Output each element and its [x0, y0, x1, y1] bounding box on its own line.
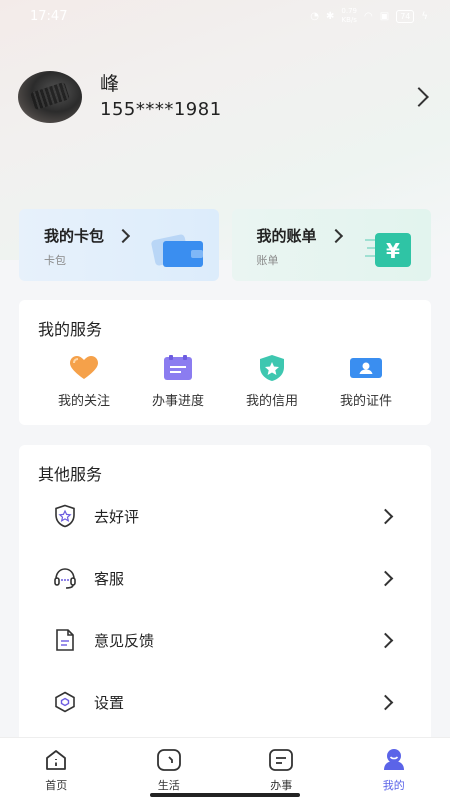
tab-life[interactable]: 生活	[113, 738, 226, 800]
chevron-right-icon[interactable]	[409, 87, 429, 107]
tab-home-label: 首页	[45, 779, 68, 792]
list-item-rate-label: 去好评	[94, 507, 140, 526]
service-credit[interactable]: 我的信用	[225, 354, 319, 409]
bill-card-title: 我的账单	[256, 227, 317, 245]
service-follow-label: 我的关注	[57, 394, 110, 409]
profile-header[interactable]: 峰 155****1981	[18, 70, 432, 124]
my-services-grid: 我的关注 办事进度 我的信用 我的证件	[19, 354, 431, 409]
settings-hexagon-icon	[52, 689, 78, 715]
net-speed: 0.79 KB/s	[341, 7, 358, 24]
signal-icon: ◔	[310, 10, 320, 22]
status-time: 17:47	[30, 8, 68, 24]
heart-icon	[67, 354, 101, 382]
tab-affairs[interactable]: 办事	[225, 738, 338, 800]
bluetooth-icon: ✱	[326, 10, 335, 22]
status-bar: 17:47 ◔ ✱ 0.79 KB/s ◠ ▣ 74 ϟ	[0, 0, 450, 32]
list-item-settings-label: 设置	[94, 693, 125, 712]
list-item-customer-service[interactable]: 客服	[19, 547, 431, 609]
bottom-tab-bar: 首页 生活 办事 我的	[0, 737, 450, 800]
chevron-right-icon	[328, 228, 343, 243]
wallet-icon	[150, 234, 203, 267]
home-icon	[42, 748, 70, 772]
chevron-right-icon	[377, 508, 394, 524]
profile-info: 峰 155****1981	[100, 71, 412, 123]
service-documents[interactable]: 我的证件	[319, 354, 413, 409]
other-services-title: 其他服务	[38, 465, 103, 484]
star-shield-icon	[52, 503, 78, 529]
list-item-settings[interactable]: 设置	[19, 671, 431, 733]
profile-icon	[380, 748, 408, 772]
life-icon	[155, 748, 183, 772]
chevron-right-icon	[377, 632, 394, 648]
quick-cards: 我的卡包 卡包 我的账单 账单 ¥	[19, 209, 431, 281]
my-services-panel: 我的服务 我的关注 办事进度 我的信用 我的证件	[19, 300, 431, 425]
other-services-panel: 其他服务 去好评 客服 意见反馈 设置	[19, 445, 431, 745]
status-icons: ◔ ✱ 0.79 KB/s ◠ ▣ 74 ϟ	[310, 7, 428, 25]
sim-icon: ▣	[379, 10, 390, 22]
affairs-icon	[267, 748, 295, 772]
avatar[interactable]	[18, 71, 82, 123]
progress-icon	[161, 354, 195, 382]
document-icon	[52, 627, 78, 653]
tab-home[interactable]: 首页	[0, 738, 113, 800]
headset-icon	[52, 565, 78, 591]
service-progress-label: 办事进度	[151, 394, 204, 409]
tab-affairs-label: 办事	[270, 779, 293, 792]
wallet-card[interactable]: 我的卡包 卡包	[19, 209, 219, 281]
list-item-feedback-label: 意见反馈	[94, 631, 155, 650]
credit-shield-icon	[255, 354, 289, 382]
chevron-right-icon	[377, 570, 394, 586]
bill-icon: ¥	[365, 233, 411, 267]
svg-text:¥: ¥	[386, 239, 400, 263]
user-name: 峰	[100, 73, 120, 95]
service-documents-label: 我的证件	[339, 394, 392, 409]
service-follow[interactable]: 我的关注	[37, 354, 131, 409]
list-item-feedback[interactable]: 意见反馈	[19, 609, 431, 671]
home-indicator	[150, 793, 300, 797]
service-progress[interactable]: 办事进度	[131, 354, 225, 409]
bill-card[interactable]: 我的账单 账单 ¥	[231, 209, 431, 281]
service-credit-label: 我的信用	[245, 394, 298, 409]
chevron-right-icon	[377, 694, 394, 710]
tab-mine-label: 我的	[382, 779, 405, 792]
chevron-right-icon	[115, 228, 131, 243]
wallet-card-title: 我的卡包	[44, 227, 105, 245]
charging-icon: ϟ	[421, 10, 428, 22]
id-card-icon	[349, 354, 383, 382]
list-item-customer-service-label: 客服	[94, 569, 125, 588]
tab-life-label: 生活	[157, 779, 180, 792]
list-item-rate[interactable]: 去好评	[19, 485, 431, 547]
user-phone: 155****1981	[100, 99, 222, 120]
wifi-icon: ◠	[364, 10, 373, 22]
my-services-title: 我的服务	[38, 320, 103, 339]
tab-mine[interactable]: 我的	[338, 738, 450, 800]
battery-icon: 74	[396, 9, 415, 23]
